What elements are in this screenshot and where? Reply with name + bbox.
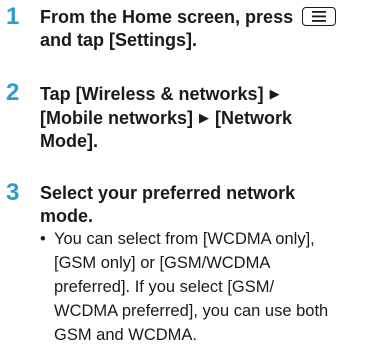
arrow-right-icon: ▶ bbox=[269, 86, 280, 101]
step-number: 2 bbox=[6, 79, 20, 106]
step-text: From the Home screen, press and tap [Set… bbox=[40, 6, 376, 52]
step-number: 3 bbox=[6, 179, 20, 206]
step-line: [Mobile networks] ▶ [Network bbox=[40, 106, 376, 130]
step-1-text-prefix: From the Home screen, press bbox=[40, 7, 294, 27]
step-line: From the Home screen, press bbox=[40, 6, 376, 29]
step-text: Tap [Wireless & networks] ▶ [Mobile netw… bbox=[40, 82, 376, 153]
menu-key-icon bbox=[302, 7, 337, 26]
step-3-line-1: Select your preferred network bbox=[40, 183, 296, 203]
note-line: GSM and WCDMA. bbox=[54, 326, 198, 344]
note-line: You can select from [WCDMA only], bbox=[54, 230, 315, 248]
note-line: [GSM only] or [GSM/WCDMA bbox=[54, 254, 271, 272]
step-number: 1 bbox=[6, 3, 20, 30]
step-1: 1 From the Home screen, press and tap [S… bbox=[0, 4, 379, 60]
step-2: 2 Tap [Wireless & networks] ▶ [Mobile ne… bbox=[0, 80, 379, 160]
arrow-right-icon: ▶ bbox=[199, 110, 210, 125]
step-2-line-3: Mode]. bbox=[40, 131, 98, 151]
note-line: WCDMA preferred], you can use both bbox=[54, 302, 329, 320]
note-line: preferred]. If you select [GSM/ bbox=[54, 278, 275, 296]
step-line: Tap [Wireless & networks] ▶ bbox=[40, 82, 376, 106]
step-2-line-2b: [Network bbox=[215, 108, 293, 128]
step-text: Select your preferred network mode. bbox=[40, 182, 376, 228]
step-2-line-2a: [Mobile networks] bbox=[40, 108, 194, 128]
note-text: You can select from [WCDMA only], [GSM o… bbox=[54, 227, 328, 347]
bullet-icon: • bbox=[40, 230, 46, 248]
step-1-line-2: and tap [Settings]. bbox=[40, 30, 197, 50]
step-3-line-2: mode. bbox=[40, 206, 94, 226]
step-2-line-1: Tap [Wireless & networks] bbox=[40, 84, 264, 104]
